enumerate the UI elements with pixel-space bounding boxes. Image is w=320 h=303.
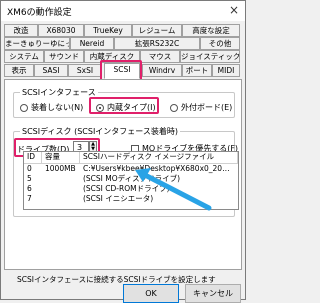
column-capacity[interactable]: 容量: [42, 152, 80, 163]
tab-rs232c[interactable]: 拡張RS232C: [114, 37, 200, 50]
tab-internal-disk[interactable]: 内蔵ディスク: [84, 50, 140, 63]
tab-kaizou[interactable]: 改造: [4, 24, 38, 37]
ok-button[interactable]: OK: [123, 284, 179, 303]
tab-advanced[interactable]: 高度な設定: [182, 24, 240, 37]
cell-capacity: [42, 194, 80, 204]
radio-not-installed[interactable]: 装着しない(N): [20, 102, 83, 113]
radio-selected-icon: [96, 103, 104, 112]
tab-truekey[interactable]: TrueKey: [84, 24, 132, 37]
cell-id: 7: [27, 194, 32, 203]
radio-label: 装着しない(N): [31, 103, 84, 112]
cancel-button[interactable]: キャンセル: [185, 284, 241, 303]
tab-other[interactable]: その他: [200, 37, 240, 50]
title-bar: XM6の動作設定 ×: [1, 1, 245, 21]
tab-windrv[interactable]: Windrv: [142, 64, 182, 77]
scsi-interface-group: SCSIインタフェース 装着しない(N) 内蔵タイプ(I) 外付ボード(E): [13, 87, 235, 118]
tab-x68030[interactable]: X68030: [38, 24, 84, 37]
settings-dialog: XM6の動作設定 × 改造 X68030 TrueKey レジューム 高度な設定…: [0, 0, 246, 303]
cell-id: 5: [27, 174, 32, 183]
radio-icon: [20, 103, 28, 112]
cell-capacity: [42, 174, 80, 184]
radio-external-board[interactable]: 外付ボード(E): [170, 102, 232, 113]
tab-midi[interactable]: MIDI: [212, 64, 240, 77]
window-title: XM6の動作設定: [7, 8, 72, 18]
annotation-arrow-icon: [135, 168, 212, 211]
scsi-panel: SCSIインタフェース 装着しない(N) 内蔵タイプ(I) 外付ボード(E) S…: [4, 79, 242, 270]
tab-sxsi[interactable]: SxSI: [68, 64, 102, 77]
tab-mouse[interactable]: マウス: [140, 50, 180, 63]
radio-internal-type[interactable]: 内蔵タイプ(I): [96, 102, 156, 113]
tab-port[interactable]: ポート: [182, 64, 212, 77]
cell-capacity: 1000MB: [45, 164, 76, 173]
tab-scsi[interactable]: SCSI: [104, 63, 140, 79]
tab-joystick[interactable]: ジョイスティック: [180, 50, 240, 63]
radio-label: 外付ボード(E): [181, 103, 233, 112]
column-id[interactable]: ID: [24, 152, 42, 163]
list-header: ID 容量 SCSIハードディスク イメージファイル: [24, 152, 238, 164]
tab-nereid[interactable]: Nereid: [70, 37, 114, 50]
column-image-file[interactable]: SCSIハードディスク イメージファイル: [80, 152, 238, 163]
radio-icon: [170, 103, 178, 112]
tab-system[interactable]: システム: [4, 50, 44, 63]
close-icon[interactable]: ×: [229, 3, 239, 17]
tab-sound[interactable]: サウンド: [44, 50, 84, 63]
scsi-interface-legend: SCSIインタフェース: [20, 87, 98, 98]
tab-resume[interactable]: レジューム: [132, 24, 182, 37]
tab-sasi[interactable]: SASI: [34, 64, 68, 77]
scsi-disk-legend: SCSIディスク (SCSIインタフェース装着時): [20, 126, 181, 137]
cell-id: 6: [27, 184, 32, 193]
cell-capacity: [42, 184, 80, 194]
cell-id: 0: [27, 164, 32, 173]
radio-label: 内蔵タイプ(I): [107, 103, 156, 112]
tab-mercury-unit[interactable]: まーきゅりーゆにっと: [4, 37, 70, 50]
tab-display[interactable]: 表示: [4, 64, 34, 77]
